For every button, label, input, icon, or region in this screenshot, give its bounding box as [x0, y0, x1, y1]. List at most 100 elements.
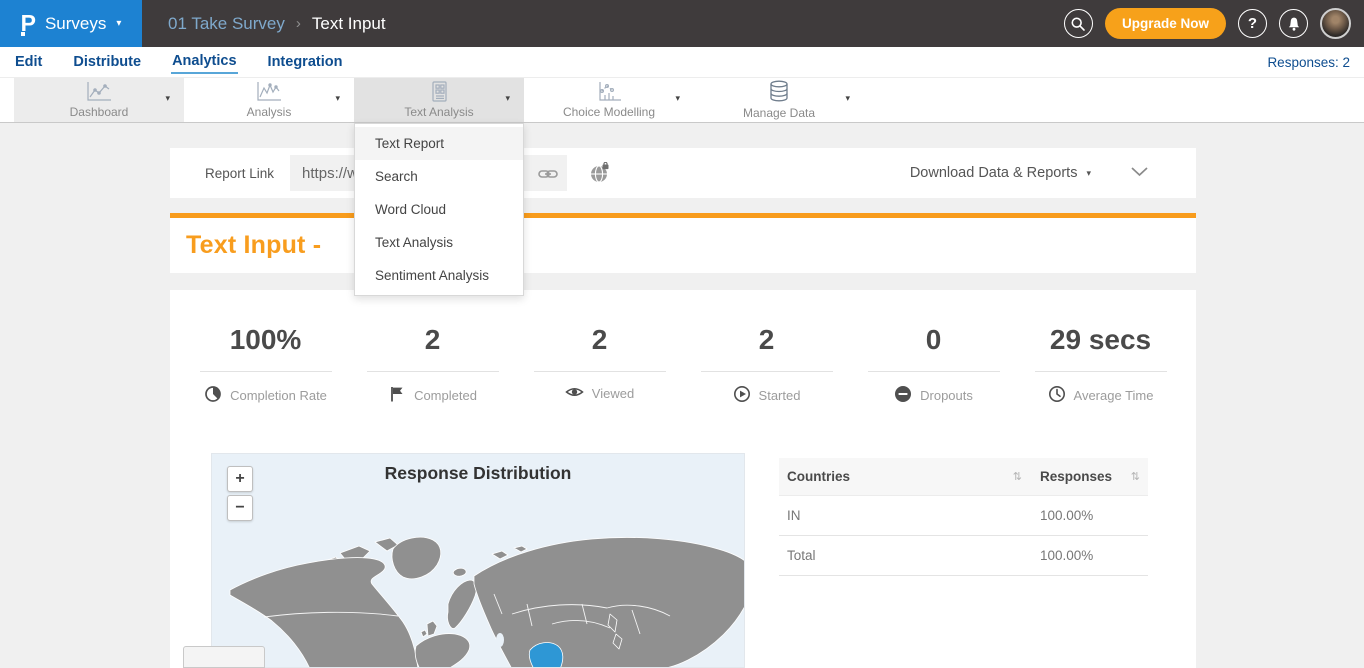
- upgrade-now-button[interactable]: Upgrade Now: [1105, 8, 1226, 39]
- chevron-down-icon[interactable]: ▾: [505, 93, 510, 104]
- product-name: Surveys: [45, 14, 106, 34]
- nav-item-edit[interactable]: Edit: [14, 51, 43, 73]
- question-title-card: Text Input -: [170, 218, 1196, 273]
- table-header-row: Countries ⇅ Responses ⇅: [779, 458, 1148, 496]
- menu-item-text-report[interactable]: Text Report: [355, 127, 523, 160]
- table-row: IN 100.00%: [779, 496, 1148, 536]
- survey-nav: Edit Distribute Analytics Integration Re…: [0, 47, 1364, 78]
- completion-rate-icon: [204, 385, 222, 406]
- stat-started: 2 Started: [683, 324, 850, 406]
- nav-item-integration[interactable]: Integration: [267, 51, 344, 73]
- choice-chart-icon: [594, 81, 624, 103]
- zigzag-chart-icon: [254, 81, 284, 103]
- breadcrumb-survey-link[interactable]: 01 Take Survey: [168, 14, 285, 34]
- dashboard-card: 100% Completion Rate 2 Completed 2 Viewe…: [170, 290, 1196, 668]
- tab-label: Manage Data: [743, 106, 815, 120]
- country-cell: IN: [787, 508, 801, 523]
- zoom-in-button[interactable]: +: [227, 466, 253, 492]
- sort-icon[interactable]: ⇅: [1013, 470, 1022, 483]
- tab-label: Choice Modelling: [563, 105, 655, 119]
- breadcrumb-separator: ›: [296, 15, 301, 32]
- chevron-down-icon[interactable]: ▾: [675, 93, 680, 104]
- menu-item-search[interactable]: Search: [355, 160, 523, 193]
- stats-row: 100% Completion Rate 2 Completed 2 Viewe…: [170, 290, 1196, 406]
- stat-label: Completed: [414, 388, 477, 403]
- nav-item-distribute[interactable]: Distribute: [72, 51, 142, 73]
- top-bar: P Surveys ▾ 01 Take Survey › Text Input …: [0, 0, 1364, 47]
- breadcrumb: 01 Take Survey › Text Input: [168, 14, 386, 34]
- stat-value: 29 secs: [1017, 324, 1184, 356]
- chevron-down-icon[interactable]: ▾: [845, 93, 850, 104]
- menu-item-sentiment-analysis[interactable]: Sentiment Analysis: [355, 259, 523, 292]
- report-link-label: Report Link: [205, 166, 274, 181]
- menu-item-text-analysis[interactable]: Text Analysis: [355, 226, 523, 259]
- eye-icon: [565, 385, 584, 402]
- text-report-icon: [426, 81, 452, 103]
- zoom-out-button[interactable]: −: [227, 495, 253, 521]
- countries-header[interactable]: Countries ⇅: [787, 469, 1040, 484]
- clock-icon: [1048, 385, 1066, 406]
- world-map[interactable]: [212, 454, 745, 668]
- line-chart-icon: [84, 81, 114, 103]
- tab-label: Analysis: [247, 105, 292, 119]
- stat-completed: 2 Completed: [349, 324, 516, 406]
- responses-cell: 100.00%: [1040, 548, 1093, 563]
- responses-cell: 100.00%: [1040, 508, 1093, 523]
- stat-label: Viewed: [592, 386, 634, 401]
- stat-value: 2: [516, 324, 683, 356]
- notifications-bell-icon[interactable]: [1279, 9, 1308, 38]
- stat-viewed: 2 Viewed: [516, 324, 683, 406]
- stat-value: 100%: [182, 324, 349, 356]
- search-icon[interactable]: [1064, 9, 1093, 38]
- tab-text-analysis[interactable]: Text Analysis ▾: [354, 78, 524, 122]
- collapse-chevron-icon[interactable]: [1131, 164, 1148, 182]
- tab-dashboard[interactable]: Dashboard ▾: [14, 78, 184, 122]
- responses-header[interactable]: Responses ⇅: [1040, 469, 1140, 484]
- minus-circle-icon: [894, 385, 912, 406]
- sort-icon[interactable]: ⇅: [1131, 470, 1140, 483]
- response-distribution-map[interactable]: Response Distribution + −: [211, 453, 745, 668]
- stat-label: Started: [759, 388, 801, 403]
- link-preview-tooltip: [183, 646, 265, 668]
- report-link-bar: Report Link Download Data & Reports ▾: [170, 148, 1196, 198]
- link-icon[interactable]: [538, 167, 558, 185]
- play-circle-icon: [733, 385, 751, 406]
- stat-value: 2: [683, 324, 850, 356]
- tab-analysis[interactable]: Analysis ▾: [184, 78, 354, 122]
- map-zoom-controls: + −: [227, 466, 253, 521]
- questionpro-logo-icon: P: [21, 12, 36, 35]
- nav-item-analytics[interactable]: Analytics: [171, 50, 237, 74]
- tab-label: Dashboard: [70, 105, 129, 119]
- countries-table: Countries ⇅ Responses ⇅ IN 100.00% Total…: [779, 458, 1148, 576]
- chevron-down-icon[interactable]: ▾: [165, 93, 170, 104]
- tab-choice-modelling[interactable]: Choice Modelling ▾: [524, 78, 694, 122]
- user-avatar[interactable]: [1320, 8, 1351, 39]
- stat-completion-rate: 100% Completion Rate: [182, 324, 349, 406]
- help-icon[interactable]: ?: [1238, 9, 1267, 38]
- chevron-down-icon: ▾: [116, 18, 121, 29]
- stat-label: Dropouts: [920, 388, 973, 403]
- tab-label: Text Analysis: [404, 105, 473, 119]
- stat-label: Average Time: [1074, 388, 1154, 403]
- chevron-down-icon: ▾: [1086, 168, 1091, 179]
- stat-label: Completion Rate: [230, 388, 327, 403]
- product-switcher[interactable]: P Surveys ▾: [0, 0, 142, 47]
- stat-dropouts: 0 Dropouts: [850, 324, 1017, 406]
- database-icon: [766, 80, 792, 104]
- stat-value: 0: [850, 324, 1017, 356]
- globe-lock-icon[interactable]: [589, 162, 611, 184]
- menu-item-word-cloud[interactable]: Word Cloud: [355, 193, 523, 226]
- country-cell: Total: [787, 548, 816, 563]
- map-country-india: [529, 643, 563, 668]
- table-row: Total 100.00%: [779, 536, 1148, 576]
- analytics-toolbar: Dashboard ▾ Analysis ▾ Text Analysis ▾ C…: [0, 78, 1364, 123]
- text-analysis-menu: Text Report Search Word Cloud Text Analy…: [354, 123, 524, 296]
- stat-value: 2: [349, 324, 516, 356]
- tab-manage-data[interactable]: Manage Data ▾: [694, 78, 864, 122]
- flag-icon: [388, 385, 406, 406]
- topbar-actions: Upgrade Now ?: [1064, 8, 1364, 39]
- chevron-down-icon[interactable]: ▾: [335, 93, 340, 104]
- breadcrumb-current: Text Input: [312, 14, 386, 34]
- question-title: Text Input -: [186, 231, 321, 260]
- download-data-reports-dropdown[interactable]: Download Data & Reports ▾: [910, 165, 1091, 181]
